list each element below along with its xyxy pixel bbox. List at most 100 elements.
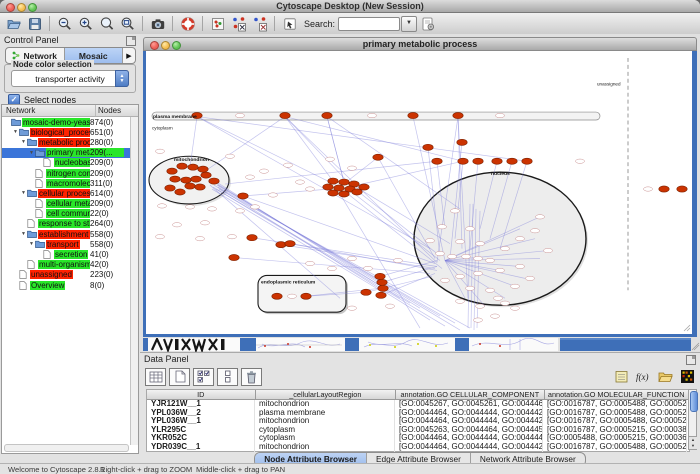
graph-label-oval[interactable] <box>306 187 315 191</box>
search-input[interactable] <box>338 17 400 31</box>
graph-label-oval[interactable] <box>156 149 165 153</box>
graph-node[interactable] <box>195 184 205 190</box>
network-tree-row[interactable]: ▼establishment of lo558(0) <box>2 229 131 239</box>
column-header-molecular-function[interactable]: annotation.GO MOLECULAR_FUNCTION <box>545 390 689 399</box>
table-row[interactable]: YDR039C__1mitochondrion[GO:0044464, GO:0… <box>147 443 689 452</box>
graph-node[interactable] <box>229 254 239 260</box>
network-tree-row[interactable]: Overview8(0) <box>2 280 131 290</box>
graph-label-oval[interactable] <box>251 205 260 209</box>
network-tree-row[interactable]: nucleobase-209(0) <box>2 158 131 168</box>
close-button[interactable] <box>6 3 15 12</box>
graph-label-oval[interactable] <box>236 209 245 213</box>
graph-label-oval[interactable] <box>236 113 245 117</box>
graph-label-oval[interactable] <box>448 254 457 258</box>
graph-label-oval[interactable] <box>501 301 510 305</box>
import-folder-icon[interactable] <box>656 369 675 385</box>
graph-label-oval[interactable] <box>348 166 357 170</box>
graph-node[interactable] <box>522 158 532 164</box>
graph-node[interactable] <box>359 184 369 190</box>
graph-label-oval[interactable] <box>288 294 297 298</box>
table-row[interactable]: YPL036W__2plasma membrane[GO:0044464, GO… <box>147 409 689 418</box>
graph-node[interactable] <box>457 139 467 145</box>
graph-label-oval[interactable] <box>474 256 483 260</box>
help-lifesaver-icon[interactable] <box>177 15 198 33</box>
graph-node[interactable] <box>238 193 248 199</box>
graph-label-oval[interactable] <box>246 175 255 179</box>
graph-node[interactable] <box>361 289 371 295</box>
graph-label-oval[interactable] <box>456 239 465 243</box>
graph-node[interactable] <box>177 163 187 169</box>
graph-node[interactable] <box>507 158 517 164</box>
column-header-region[interactable]: _cellularLayoutRegion <box>256 390 396 399</box>
graph-label-oval[interactable] <box>516 264 525 268</box>
graph-node[interactable] <box>285 241 295 247</box>
float-panel-icon[interactable] <box>126 36 136 46</box>
annotation-icon[interactable] <box>279 15 300 33</box>
graph-node[interactable] <box>375 273 385 279</box>
zoom-fit-icon[interactable] <box>117 15 138 33</box>
graph-label-oval[interactable] <box>348 256 357 260</box>
zoom-selected-icon[interactable] <box>96 15 117 33</box>
graph-label-oval[interactable] <box>526 276 535 280</box>
save-table-icon[interactable] <box>145 368 166 386</box>
graph-label-oval[interactable] <box>284 163 293 167</box>
layout-icon-a[interactable] <box>228 15 249 33</box>
window-close-button[interactable] <box>150 41 159 50</box>
network-canvas[interactable]: plasma membrane cytoplasm mitochondrion … <box>143 51 697 337</box>
graph-label-oval[interactable] <box>201 221 210 225</box>
expand-arrow-icon[interactable]: ▼ <box>20 139 27 145</box>
window-resize-grip[interactable] <box>684 325 690 331</box>
graph-node[interactable] <box>352 189 362 195</box>
zoom-out-icon[interactable] <box>54 15 75 33</box>
network-tree-row[interactable]: mosaic-demo-yeast874(0) <box>2 117 131 127</box>
graph-node[interactable] <box>339 179 349 185</box>
graph-label-oval[interactable] <box>438 225 447 229</box>
table-row[interactable]: YPL036W__1mitochondrion[GO:0044464, GO:0… <box>147 417 689 426</box>
graph-label-oval[interactable] <box>516 236 525 240</box>
network-tree-row[interactable]: ▼metabolic process280(0) <box>2 137 131 147</box>
graph-label-oval[interactable] <box>494 296 503 300</box>
select-attributes-icon[interactable] <box>193 368 214 386</box>
zoom-in-icon[interactable] <box>75 15 96 33</box>
window-zoom-button[interactable] <box>172 41 181 50</box>
graph-label-oval[interactable] <box>476 241 485 245</box>
graph-label-oval[interactable] <box>501 246 510 250</box>
graph-node[interactable] <box>276 242 286 248</box>
network-tree-row[interactable]: nitrogen compo209(0) <box>2 168 131 178</box>
graph-label-oval[interactable] <box>456 299 465 303</box>
expand-arrow-icon[interactable]: ▼ <box>20 231 27 237</box>
graph-label-oval[interactable] <box>474 318 483 322</box>
graph-node[interactable] <box>165 185 175 191</box>
graph-label-oval[interactable] <box>368 113 377 117</box>
graph-label-oval[interactable] <box>269 193 278 197</box>
graph-node[interactable] <box>328 190 338 196</box>
birdseye-network-icon[interactable] <box>207 15 228 33</box>
graph-label-oval[interactable] <box>436 251 445 255</box>
graph-node[interactable] <box>423 144 433 150</box>
expand-arrow-icon[interactable]: ▼ <box>28 150 35 156</box>
network-tree-row[interactable]: ▼cellular process614(0) <box>2 188 131 198</box>
graph-label-oval[interactable] <box>394 258 403 262</box>
table-row[interactable]: YLR295Ccytoplasm[GO:0045263, GO:0044464,… <box>147 426 689 435</box>
network-tree-row[interactable]: unassigned223(0) <box>2 270 131 280</box>
table-scrollbar-thumb[interactable] <box>690 391 698 412</box>
graph-node[interactable] <box>377 279 387 285</box>
tree-horizontal-scrollbar[interactable] <box>4 444 129 452</box>
graph-node[interactable] <box>323 184 333 190</box>
graph-node[interactable] <box>339 191 349 197</box>
graph-node[interactable] <box>408 112 418 118</box>
graph-label-oval[interactable] <box>466 286 475 290</box>
graph-label-oval[interactable] <box>260 169 269 173</box>
graph-node[interactable] <box>373 154 383 160</box>
graph-node[interactable] <box>188 164 198 170</box>
graph-node[interactable] <box>328 178 338 184</box>
graph-node[interactable] <box>453 112 463 118</box>
graph-label-oval[interactable] <box>576 159 585 163</box>
graph-node[interactable] <box>677 186 687 192</box>
graph-label-oval[interactable] <box>531 229 540 233</box>
graph-label-oval[interactable] <box>644 187 653 191</box>
graph-node[interactable] <box>209 178 219 184</box>
network-tree-row[interactable]: cell communicat22(0) <box>2 209 131 219</box>
color-attribute-dropdown[interactable]: transporter activity ▲▼ <box>11 70 129 87</box>
network-window-titlebar[interactable]: primary metabolic process <box>143 37 697 51</box>
